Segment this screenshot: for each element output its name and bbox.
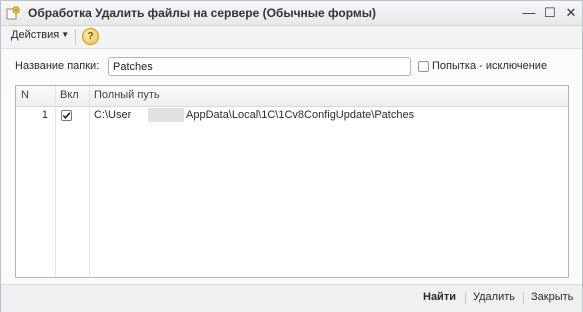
help-icon[interactable]: ? <box>82 28 99 45</box>
table-row[interactable]: 1 C:\User AppData\Local\1C\1Cv8ConfigUpd… <box>16 107 568 124</box>
folder-name-input[interactable] <box>108 57 411 76</box>
footer-divider <box>465 292 466 304</box>
minimize-button[interactable]: — <box>520 4 538 22</box>
path-end: AppData\Local\1C\1Cv8ConfigUpdate\Patche… <box>186 109 415 121</box>
folder-label: Название папки: <box>15 60 100 72</box>
close-window-button[interactable]: ✕ <box>562 4 580 22</box>
table-header: N Вкл Полный путь <box>16 86 568 107</box>
redacted-username <box>148 108 184 122</box>
try-catch-checkbox[interactable] <box>418 61 429 72</box>
column-header-n[interactable]: N <box>21 89 29 101</box>
files-table: N Вкл Полный путь 1 C:\User AppData\Loca… <box>15 85 569 278</box>
try-catch-label: Попытка - исключение <box>432 60 548 72</box>
title-bar[interactable]: Обработка Удалить файлы на сервере (Обыч… <box>1 1 582 26</box>
toolbar-divider <box>75 29 76 45</box>
window-title: Обработка Удалить файлы на сервере (Обыч… <box>28 6 377 20</box>
row-number: 1 <box>41 109 48 121</box>
delete-button[interactable]: Удалить <box>473 291 515 303</box>
toolbar: Действия ▼ ? <box>1 26 582 49</box>
column-header-enabled[interactable]: Вкл <box>60 89 79 101</box>
folder-form-row: Название папки: Попытка - исключение <box>1 57 582 77</box>
column-header-path[interactable]: Полный путь <box>94 89 160 101</box>
processing-icon <box>6 6 20 20</box>
actions-menu-label: Действия <box>11 29 60 41</box>
footer-bar: Найти Удалить Закрыть <box>1 284 582 312</box>
enabled-checkbox[interactable] <box>61 110 72 121</box>
chevron-down-icon: ▼ <box>61 30 70 39</box>
close-button[interactable]: Закрыть <box>531 291 573 303</box>
app-window: Обработка Удалить файлы на сервере (Обыч… <box>0 0 583 312</box>
footer-divider <box>523 292 524 304</box>
path-start: C:\User <box>94 109 132 121</box>
find-button[interactable]: Найти <box>423 291 456 303</box>
actions-menu[interactable]: Действия ▼ <box>11 29 69 41</box>
maximize-button[interactable]: ☐ <box>541 4 559 22</box>
